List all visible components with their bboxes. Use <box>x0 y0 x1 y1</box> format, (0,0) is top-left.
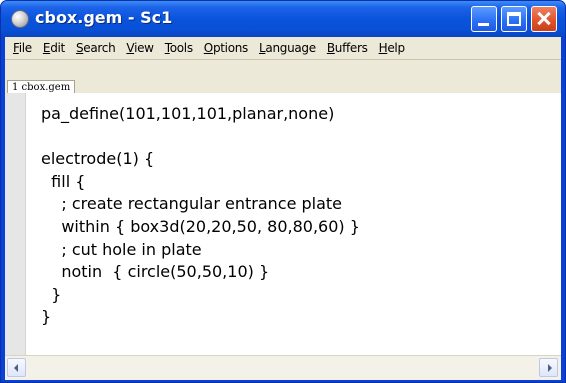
menu-buffers[interactable]: Buffers <box>322 41 374 55</box>
menu-options[interactable]: Options <box>199 41 254 55</box>
tab-strip: 1 cbox.gem <box>5 59 561 94</box>
menu-language[interactable]: Language <box>254 41 322 55</box>
scroll-left-button[interactable] <box>7 358 26 377</box>
menu-view[interactable]: View <box>121 41 159 55</box>
title-bar[interactable]: cbox.gem - Sc1 <box>1 1 565 37</box>
menu-bar: File Edit Search View Tools Options Lang… <box>5 37 561 59</box>
code-line-3[interactable]: electrode(1) { <box>41 148 360 171</box>
menu-help[interactable]: Help <box>374 41 411 55</box>
editor-pane[interactable]: pa_define(101,101,101,planar,none) elect… <box>5 93 561 355</box>
app-globe-icon[interactable] <box>11 10 29 28</box>
scroll-right-button[interactable] <box>539 358 558 377</box>
arrow-left-icon <box>14 364 18 372</box>
menu-edit[interactable]: Edit <box>38 41 71 55</box>
code-line-8[interactable]: notin { circle(50,50,10) } <box>41 261 360 284</box>
close-button[interactable] <box>531 6 557 32</box>
minimize-button[interactable] <box>471 6 497 32</box>
code-line-4[interactable]: fill { <box>41 171 360 194</box>
menu-tools[interactable]: Tools <box>160 41 199 55</box>
code-line-6[interactable]: within { box3d(20,20,50, 80,80,60) } <box>41 216 360 239</box>
code-line-10[interactable]: } <box>41 306 360 329</box>
code-line-1[interactable]: pa_define(101,101,101,planar,none) <box>41 103 360 126</box>
maximize-icon <box>507 12 521 26</box>
application-window: cbox.gem - Sc1 File Edit Search View Too… <box>0 0 566 383</box>
arrow-right-icon <box>548 364 552 372</box>
code-text[interactable]: pa_define(101,101,101,planar,none) elect… <box>41 103 360 329</box>
scroll-track[interactable] <box>29 358 537 377</box>
menu-search[interactable]: Search <box>71 41 121 55</box>
window-title: cbox.gem - Sc1 <box>35 8 173 27</box>
close-icon <box>532 7 556 31</box>
horizontal-scrollbar[interactable] <box>5 355 561 380</box>
minimize-icon <box>478 23 489 26</box>
code-line-7[interactable]: ; cut hole in plate <box>41 239 360 262</box>
editor-gutter[interactable] <box>5 93 26 355</box>
menu-file[interactable]: File <box>8 41 38 55</box>
code-line-9[interactable]: } <box>41 284 360 307</box>
tab-cbox-gem[interactable]: 1 cbox.gem <box>7 80 76 94</box>
code-line-2[interactable] <box>41 126 360 149</box>
code-line-5[interactable]: ; create rectangular entrance plate <box>41 193 360 216</box>
maximize-button[interactable] <box>501 6 527 32</box>
